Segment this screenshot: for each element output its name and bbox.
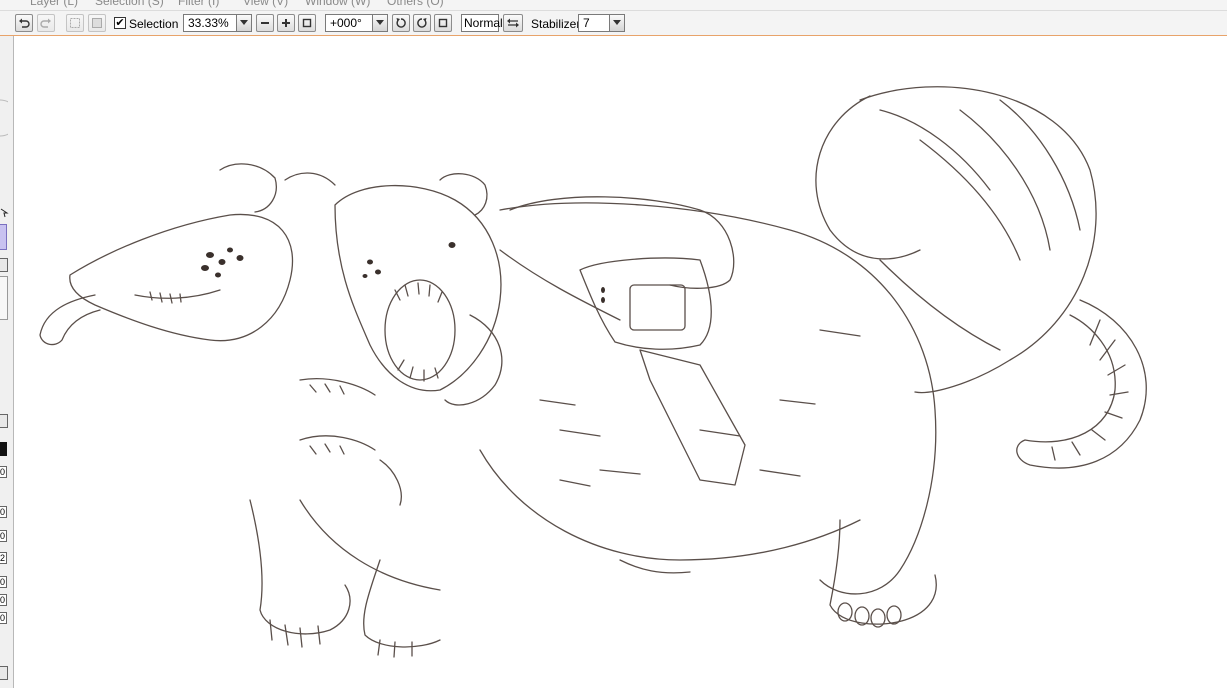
deselect-button[interactable] — [66, 14, 84, 32]
undo-button[interactable] — [15, 14, 33, 32]
stabilizer-dropdown-button[interactable] — [609, 14, 625, 32]
menu-others[interactable]: Others (O) — [387, 0, 444, 8]
chevron-down-icon — [376, 20, 384, 25]
left-tool-panel: 0 0 0 2 0 0 0 — [0, 36, 14, 688]
reset-square-icon — [438, 18, 448, 28]
rat-sketch-artwork — [39, 86, 1147, 658]
menu-layer[interactable]: Layer (L) — [30, 0, 78, 8]
deselect-icon — [70, 18, 80, 28]
panel-button[interactable] — [0, 414, 8, 428]
panel-value-box[interactable]: 0 — [0, 466, 7, 478]
panel-button[interactable] — [0, 666, 8, 680]
stabilizer-label: Stabilizer — [531, 17, 581, 31]
panel-value-box[interactable]: 2 — [0, 552, 7, 564]
redo-icon — [40, 18, 51, 28]
chevron-down-icon — [240, 20, 248, 25]
color-wheel-edge — [0, 99, 8, 137]
flip-horizontal-icon — [507, 18, 519, 28]
panel-value-box[interactable]: 0 — [0, 506, 7, 518]
rotate-left-icon — [396, 18, 406, 28]
menu-filter[interactable]: Filter (I) — [178, 0, 219, 8]
rotate-right-button[interactable] — [413, 14, 431, 32]
undo-icon — [19, 18, 30, 28]
panel-value-box[interactable]: 0 — [0, 612, 7, 624]
black-swatch[interactable] — [0, 442, 7, 456]
invert-selection-icon — [92, 18, 102, 28]
blend-mode-field[interactable]: Normal — [461, 14, 503, 32]
panel-value-box[interactable]: 0 — [0, 594, 7, 606]
invert-selection-button[interactable] — [88, 14, 106, 32]
selected-swatch[interactable] — [0, 224, 7, 250]
panel-slot[interactable] — [0, 276, 8, 320]
toolbar: ✔ Selection 33.33% +000° Normal Stabiliz… — [0, 11, 1227, 36]
menu-view[interactable]: View (V) — [243, 0, 288, 8]
menu-bar: Layer (L) Selection (S) Filter (I) View … — [0, 0, 1227, 11]
zoom-reset-button[interactable] — [298, 14, 316, 32]
redo-button[interactable] — [37, 14, 55, 32]
menu-window[interactable]: Window (W) — [305, 0, 370, 8]
panel-button[interactable] — [0, 258, 8, 272]
rotation-dropdown-button[interactable] — [372, 14, 388, 32]
plus-icon — [282, 19, 290, 27]
zoom-out-button[interactable] — [256, 14, 274, 32]
rotation-reset-button[interactable] — [434, 14, 452, 32]
zoom-in-button[interactable] — [277, 14, 295, 32]
panel-value-box[interactable]: 0 — [0, 530, 7, 542]
rotate-right-icon — [417, 18, 427, 28]
panel-value-box[interactable]: 0 — [0, 576, 7, 588]
rotate-left-button[interactable] — [392, 14, 410, 32]
chevron-down-icon — [613, 20, 621, 25]
reset-square-icon — [302, 18, 312, 28]
flip-horizontal-button[interactable] — [503, 14, 523, 32]
zoom-dropdown-button[interactable] — [236, 14, 252, 32]
drawing-canvas[interactable] — [14, 36, 1227, 688]
stabilizer-field[interactable]: 7 — [578, 14, 610, 32]
zoom-field[interactable]: 33.33% — [183, 14, 237, 32]
rotation-field[interactable]: +000° — [325, 14, 373, 32]
menu-selection[interactable]: Selection (S) — [95, 0, 164, 8]
minus-icon — [261, 22, 269, 24]
selection-label: Selection — [129, 17, 179, 31]
cursor-arrow-icon — [0, 208, 9, 218]
selection-checkbox[interactable]: ✔ — [114, 17, 126, 29]
